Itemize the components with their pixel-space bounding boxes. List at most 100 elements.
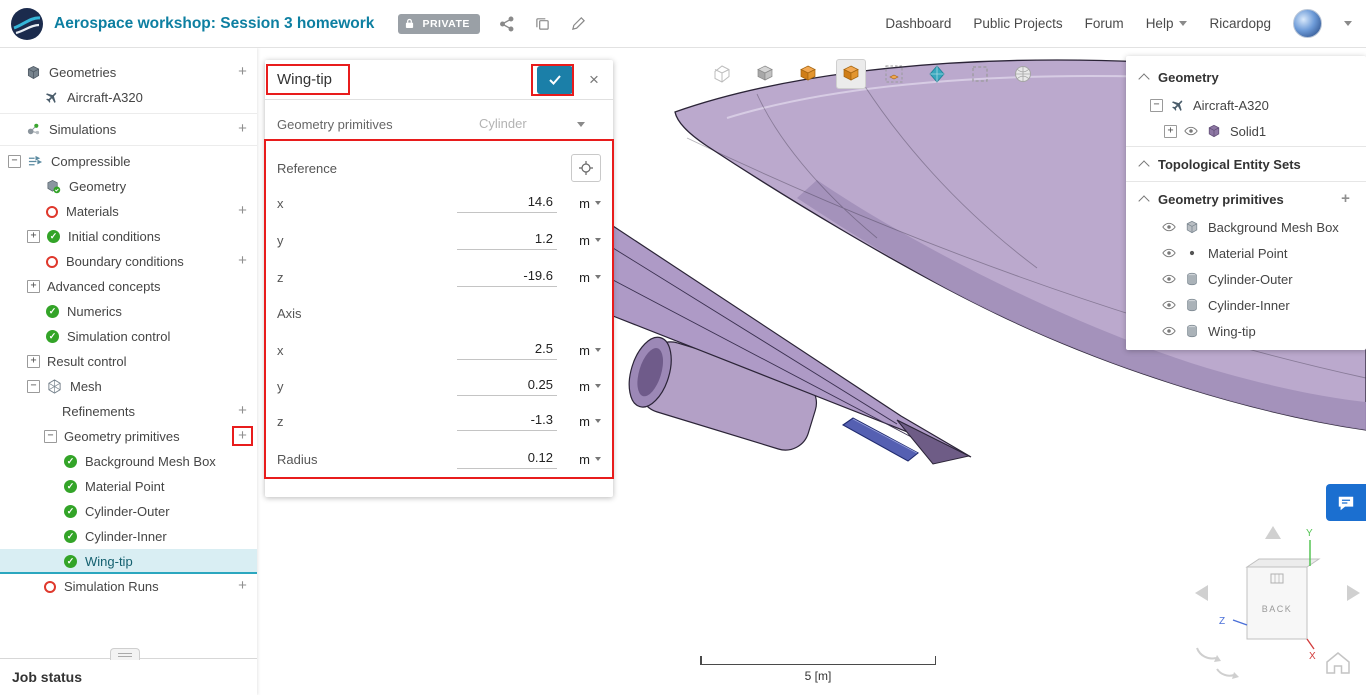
account-chevron-down-icon[interactable]: [1344, 21, 1352, 26]
avatar[interactable]: [1293, 9, 1322, 38]
tree-item-numerics[interactable]: Numerics: [0, 299, 257, 324]
tree-item-simulation-control[interactable]: Simulation control: [0, 324, 257, 349]
tree-item-boundary-conditions[interactable]: Boundary conditions: [0, 249, 257, 274]
rotate-ccw-icon[interactable]: [1196, 647, 1221, 662]
nav-help[interactable]: Help: [1146, 16, 1188, 31]
tree-item-mesh[interactable]: Mesh: [0, 374, 257, 399]
mesh-view-icon[interactable]: [1008, 59, 1038, 89]
collapse-toggle-icon[interactable]: [8, 155, 21, 168]
add-refinement-button[interactable]: [234, 403, 251, 420]
tree-item-initial-conditions[interactable]: Initial conditions: [0, 224, 257, 249]
axis-z-input[interactable]: -1.3: [457, 412, 557, 431]
home-view-icon[interactable]: [1326, 652, 1350, 674]
expand-toggle-icon[interactable]: [27, 280, 40, 293]
reference-z-input[interactable]: -19.6: [457, 268, 557, 287]
unit-select[interactable]: m: [567, 270, 601, 285]
geometry-view-icon[interactable]: [793, 59, 823, 89]
topological-entity-sets-header[interactable]: Topological Entity Sets: [1126, 149, 1366, 179]
nav-public-projects[interactable]: Public Projects: [973, 16, 1062, 31]
primitive-item-wing-tip[interactable]: Wing-tip: [1126, 318, 1366, 344]
collapse-toggle-icon[interactable]: [44, 430, 57, 443]
nav-dashboard[interactable]: Dashboard: [885, 16, 951, 31]
reference-section-row: Reference: [277, 150, 601, 186]
solid-view-icon[interactable]: [750, 59, 780, 89]
tree-item-materials[interactable]: Materials: [0, 199, 257, 224]
unit-select[interactable]: m: [567, 196, 601, 211]
close-icon[interactable]: ×: [585, 70, 603, 89]
primitive-item-material-point[interactable]: Material Point: [1126, 240, 1366, 266]
expand-toggle-icon[interactable]: [1164, 124, 1177, 138]
primitive-view-icon[interactable]: [922, 59, 952, 89]
radius-input[interactable]: 0.12: [457, 450, 557, 469]
share-icon[interactable]: [498, 15, 516, 33]
apply-button[interactable]: [537, 65, 573, 94]
tree-item-compressible[interactable]: Compressible: [0, 149, 257, 174]
geometry-group-header[interactable]: Geometry: [1126, 62, 1366, 92]
tree-item-cylinder-inner[interactable]: Cylinder-Inner: [0, 524, 257, 549]
tree-item-background-mesh-box[interactable]: Background Mesh Box: [0, 449, 257, 474]
add-simulation-run-button[interactable]: [234, 578, 251, 595]
tree-item-wing-tip[interactable]: Wing-tip: [0, 549, 257, 574]
rotate-cw-icon[interactable]: [1216, 668, 1239, 679]
tree-item-advanced-concepts[interactable]: Advanced concepts: [0, 274, 257, 299]
expand-toggle-icon[interactable]: [27, 355, 40, 368]
unit-select[interactable]: m: [567, 452, 601, 467]
primitive-item-cylinder-outer[interactable]: Cylinder-Outer: [1126, 266, 1366, 292]
tree-item-aircraft-a320[interactable]: Aircraft-A320: [0, 85, 257, 110]
primitive-item-background-mesh-box[interactable]: Background Mesh Box: [1126, 214, 1366, 240]
nav-arrow-right-icon[interactable]: [1347, 585, 1360, 601]
eye-icon[interactable]: [1162, 220, 1177, 235]
tree-item-geometries[interactable]: Geometries: [0, 60, 257, 85]
eye-icon[interactable]: [1184, 124, 1199, 139]
add-geometry-primitive-button[interactable]: [1337, 191, 1354, 208]
tree-item-geometry-primitives[interactable]: Geometry primitives: [0, 424, 257, 449]
collapse-toggle-icon[interactable]: [27, 380, 40, 393]
unit-select[interactable]: m: [567, 343, 601, 358]
reference-x-input[interactable]: 14.6: [457, 194, 557, 213]
axis-y-input[interactable]: 0.25: [457, 377, 557, 396]
add-simulation-button[interactable]: [234, 121, 251, 138]
bounding-box-view-icon[interactable]: [879, 59, 909, 89]
tree-item-geometry[interactable]: Geometry: [0, 174, 257, 199]
tree-item-material-point[interactable]: Material Point: [0, 474, 257, 499]
duplicate-icon[interactable]: [534, 15, 552, 33]
reference-y-input[interactable]: 1.2: [457, 231, 557, 250]
unit-select[interactable]: m: [567, 233, 601, 248]
chat-button[interactable]: [1326, 484, 1366, 521]
tree-item-simulations[interactable]: Simulations: [0, 117, 257, 142]
nav-username[interactable]: Ricardopg: [1209, 16, 1271, 31]
box-select-icon[interactable]: [965, 59, 995, 89]
unit-select[interactable]: m: [567, 414, 601, 429]
add-geometry-button[interactable]: [234, 64, 251, 81]
nav-arrow-up-icon[interactable]: [1265, 526, 1281, 539]
geometry-primitives-header[interactable]: Geometry primitives: [1126, 184, 1366, 214]
unit-select[interactable]: m: [567, 379, 601, 394]
tree-item-cylinder-outer[interactable]: Cylinder-Outer: [0, 499, 257, 524]
orientation-cube[interactable]: BACK: [1245, 558, 1321, 640]
eye-icon[interactable]: [1162, 246, 1177, 261]
wireframe-view-icon[interactable]: [707, 59, 737, 89]
expand-toggle-icon[interactable]: [27, 230, 40, 243]
scene-item-solid1[interactable]: Solid1: [1126, 118, 1366, 144]
tree-item-refinements[interactable]: Refinements: [0, 399, 257, 424]
tree-item-simulation-runs[interactable]: Simulation Runs: [0, 574, 257, 599]
add-boundary-condition-button[interactable]: [234, 253, 251, 270]
primitive-item-cylinder-inner[interactable]: Cylinder-Inner: [1126, 292, 1366, 318]
pick-point-button[interactable]: [571, 154, 601, 182]
add-geometry-primitive-button[interactable]: [234, 428, 251, 445]
tree-item-result-control[interactable]: Result control: [0, 349, 257, 374]
eye-icon[interactable]: [1162, 272, 1177, 287]
collapse-toggle-icon[interactable]: [1150, 98, 1163, 112]
eye-icon[interactable]: [1162, 298, 1177, 313]
add-material-button[interactable]: [234, 203, 251, 220]
rename-pencil-icon[interactable]: [570, 15, 588, 33]
scene-item-aircraft-a320[interactable]: Aircraft-A320: [1126, 92, 1366, 118]
geometry-selected-view-icon[interactable]: [836, 59, 866, 89]
job-status-handle-icon[interactable]: [110, 648, 140, 660]
eye-icon[interactable]: [1162, 324, 1177, 339]
job-status-bar[interactable]: Job status: [0, 648, 257, 695]
nav-arrow-left-icon[interactable]: [1195, 585, 1208, 601]
axis-x-input[interactable]: 2.5: [457, 341, 557, 360]
app-logo-icon[interactable]: [10, 7, 44, 41]
nav-forum[interactable]: Forum: [1085, 16, 1124, 31]
